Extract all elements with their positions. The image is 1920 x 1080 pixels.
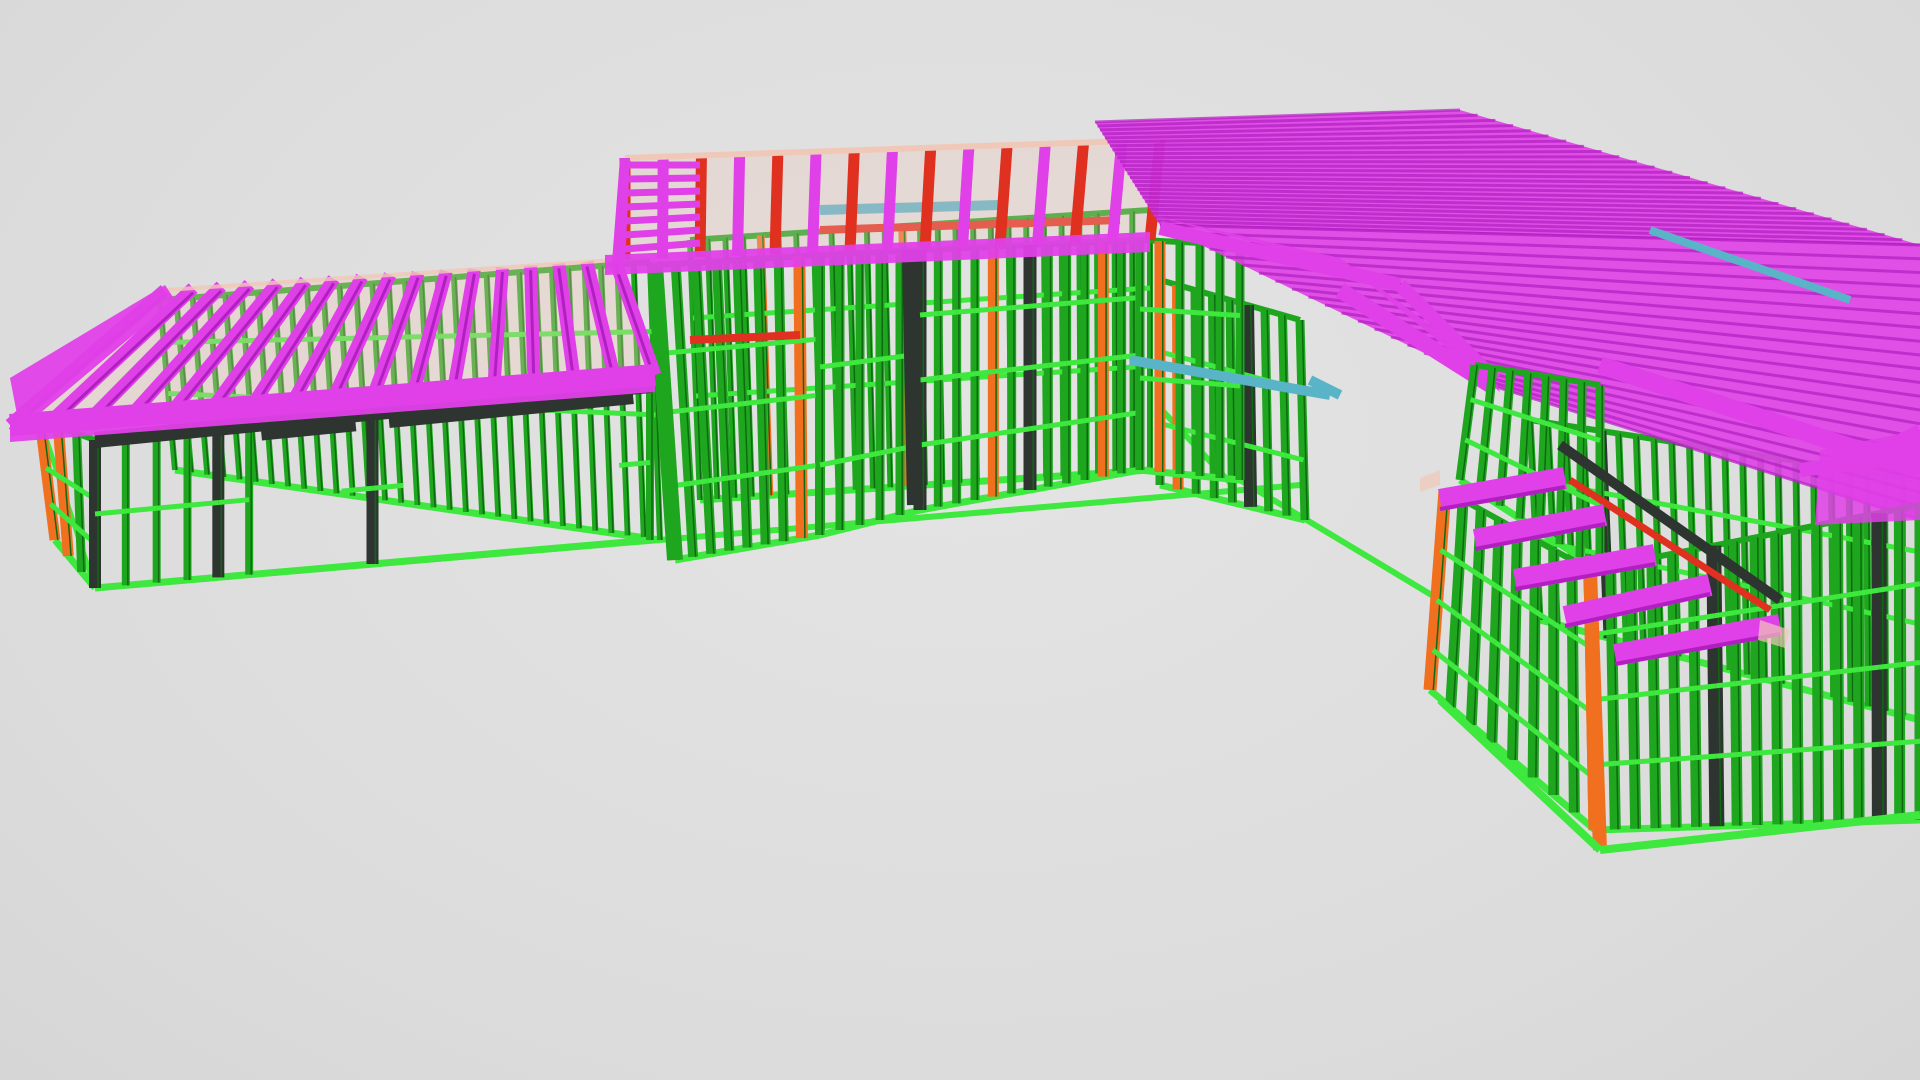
wall-stud — [1566, 559, 1580, 813]
wall-stud — [835, 254, 845, 530]
center-roof-truss — [732, 154, 746, 256]
stud-shade — [1141, 240, 1143, 470]
stud-shade — [651, 385, 653, 540]
stud-shade — [821, 255, 823, 535]
wall-stud — [1135, 240, 1145, 470]
wall-stud — [1225, 299, 1237, 503]
noggin — [606, 410, 624, 416]
wall-stud — [855, 253, 865, 525]
stud-shade — [1150, 210, 1153, 470]
center-floor-plate — [659, 482, 1301, 543]
wall-stud — [1175, 242, 1185, 474]
noggin — [622, 410, 640, 417]
slab-rib — [1119, 160, 1637, 164]
noggin — [574, 408, 591, 415]
center-gable-rafter — [625, 161, 700, 169]
stud-shade — [250, 424, 252, 575]
framing-model-scene[interactable] — [0, 0, 1920, 1080]
wall-stud — [815, 255, 825, 535]
center-gable-rafter — [624, 174, 701, 183]
stud-shade — [1181, 242, 1183, 474]
stud-shade — [1241, 245, 1243, 480]
stud-shade — [841, 254, 843, 530]
noggin — [156, 502, 188, 511]
wall-stud — [1507, 529, 1523, 761]
noggin — [125, 505, 157, 514]
wall-stud — [875, 252, 885, 520]
3d-viewport[interactable] — [0, 0, 1920, 1080]
stud-shade — [1162, 241, 1164, 472]
bay-truss-tail — [1420, 470, 1440, 492]
noggin — [590, 409, 607, 416]
stud-shade — [1221, 244, 1223, 478]
jamb-stud — [1154, 241, 1166, 472]
stud-shade — [901, 251, 903, 515]
roof-truss-layer — [5, 108, 1920, 522]
wall-stud — [1548, 550, 1560, 795]
stud-shade — [861, 253, 863, 525]
wall-stud — [1215, 244, 1225, 478]
stud-shade — [1555, 550, 1558, 795]
wall-stud — [1260, 309, 1274, 512]
wall-stud — [1235, 245, 1245, 480]
stud-shade — [1201, 243, 1203, 476]
stud-shade — [881, 252, 883, 520]
wall-stud — [1455, 364, 1480, 481]
wall-stud — [1195, 243, 1205, 476]
